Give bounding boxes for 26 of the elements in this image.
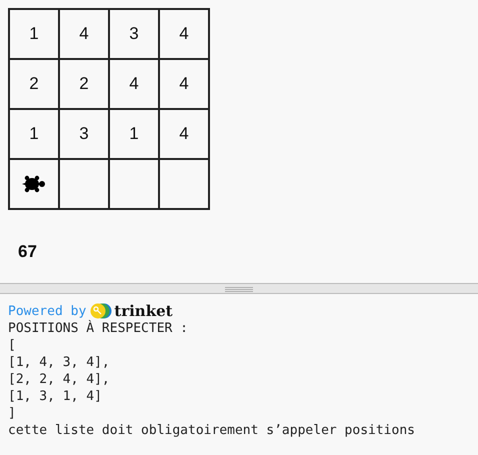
grid-number: 4: [129, 74, 139, 94]
splitter-handle[interactable]: [0, 283, 478, 294]
grid-number: 1: [29, 124, 39, 144]
grid-number: 4: [179, 24, 189, 44]
grid-number: 4: [179, 74, 189, 94]
console-line: [2, 2, 4, 4],: [8, 371, 110, 388]
score-text: 67: [18, 242, 37, 262]
console-line: [: [8, 337, 16, 354]
grid-number: 1: [29, 24, 39, 44]
console-line: [1, 4, 3, 4],: [8, 354, 110, 371]
turtle-icon: [21, 174, 47, 194]
grid-number: 3: [79, 124, 89, 144]
console-line: ]: [8, 405, 16, 422]
grid-number: 4: [179, 124, 189, 144]
grid-number: 4: [79, 24, 89, 44]
console-line: cette liste doit obligatoirement s’appeler positions: [8, 422, 415, 439]
console-line: POSITIONS À RESPECTER :: [8, 320, 188, 337]
grid-number: 2: [79, 74, 89, 94]
console-line: [1, 3, 1, 4]: [8, 388, 102, 405]
grip-icon: [225, 286, 253, 292]
trinket-logo-icon: [90, 303, 112, 319]
powered-by-link[interactable]: Powered by: [8, 304, 86, 318]
trinket-brand: trinket: [114, 302, 173, 320]
grid-number: 1: [129, 124, 139, 144]
grid-number: 3: [129, 24, 139, 44]
grid-number: 2: [29, 74, 39, 94]
